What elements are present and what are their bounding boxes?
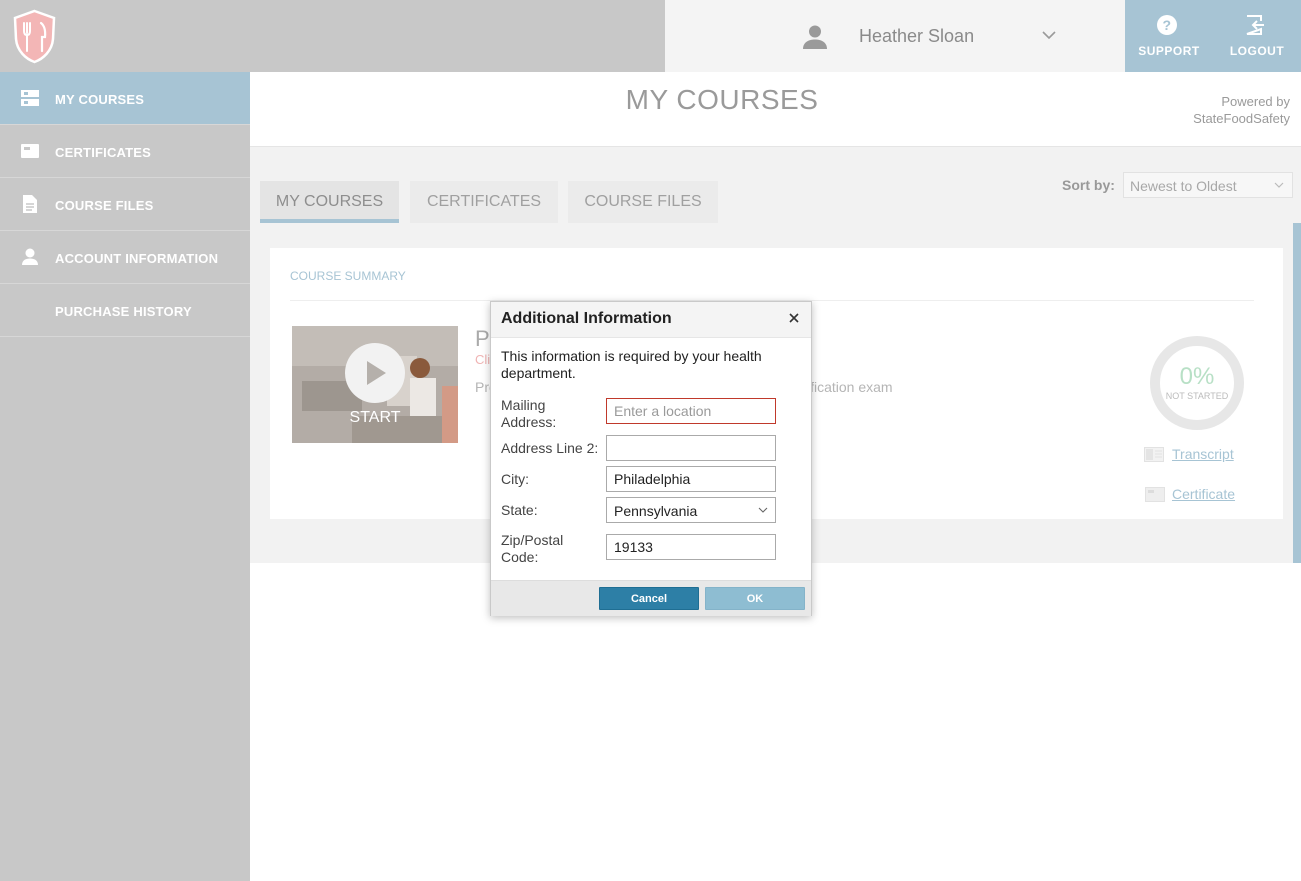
header-brand-area bbox=[0, 0, 665, 72]
powered-by: Powered by StateFoodSafety bbox=[1193, 93, 1290, 127]
tab-active-indicator bbox=[260, 219, 399, 223]
sidebar-item-account-information[interactable]: ACCOUNT INFORMATION bbox=[0, 231, 250, 284]
sidebar-item-course-files[interactable]: COURSE FILES bbox=[0, 178, 250, 231]
user-avatar-icon bbox=[803, 25, 827, 49]
sidebar-item-label: CERTIFICATES bbox=[55, 145, 152, 160]
page-title: MY COURSES bbox=[625, 84, 819, 115]
chevron-down-icon bbox=[758, 507, 768, 513]
course-subtitle: Cli bbox=[475, 352, 491, 367]
certificate-link[interactable]: Certificate bbox=[1172, 486, 1235, 502]
chevron-down-icon bbox=[1274, 182, 1284, 188]
courses-icon bbox=[21, 90, 39, 106]
support-label: SUPPORT bbox=[1138, 44, 1200, 58]
additional-information-dialog: Additional Information This information … bbox=[490, 301, 812, 616]
scrollbar[interactable] bbox=[1293, 223, 1301, 563]
course-title[interactable]: P bbox=[475, 326, 490, 352]
progress-ring: 0% NOT STARTED bbox=[1150, 336, 1244, 430]
logout-label: LOGOUT bbox=[1229, 44, 1285, 58]
dialog-footer: Cancel OK bbox=[491, 580, 811, 616]
zip-code-label: Zip/Postal Code: bbox=[501, 532, 564, 565]
tab-my-courses[interactable]: MY COURSES bbox=[260, 181, 399, 223]
zip-code-input[interactable] bbox=[606, 534, 776, 560]
mailing-address-input[interactable] bbox=[606, 398, 776, 424]
powered-by-line2: StateFoodSafety bbox=[1193, 111, 1290, 126]
sidebar-item-label: COURSE FILES bbox=[55, 198, 154, 213]
svg-text:?: ? bbox=[1162, 17, 1171, 33]
certificate-icon bbox=[1145, 487, 1165, 502]
help-icon: ? bbox=[1157, 15, 1177, 35]
transcript-icon bbox=[1144, 447, 1164, 462]
start-label: START bbox=[349, 409, 401, 426]
dialog-title: Additional Information bbox=[501, 310, 672, 327]
address-line-2-label: Address Line 2: bbox=[501, 440, 599, 456]
sidebar: MY COURSES CERTIFICATES COURSE FILES ACC… bbox=[0, 72, 250, 881]
sort-label: Sort by: bbox=[1062, 177, 1115, 193]
mailing-address-label: Mailing Address: bbox=[501, 397, 557, 430]
sidebar-item-purchase-history[interactable]: PURCHASE HISTORY bbox=[0, 284, 250, 337]
sidebar-item-label: MY COURSES bbox=[55, 92, 145, 107]
tab-label: CERTIFICATES bbox=[426, 193, 542, 210]
chevron-down-icon[interactable] bbox=[1041, 28, 1057, 42]
tab-label: MY COURSES bbox=[275, 193, 384, 210]
transcript-link[interactable]: Transcript bbox=[1172, 446, 1234, 462]
shield-logo-icon[interactable] bbox=[12, 9, 57, 64]
person-icon bbox=[22, 248, 38, 265]
header-actions: ? SUPPORT LOGOUT bbox=[1125, 0, 1301, 72]
state-label: State: bbox=[501, 502, 538, 518]
dialog-intro: This information is required by your hea… bbox=[501, 348, 762, 381]
course-description-tail: ification exam bbox=[807, 379, 893, 395]
play-button[interactable] bbox=[345, 343, 405, 403]
sidebar-item-certificates[interactable]: CERTIFICATES bbox=[0, 125, 250, 178]
city-label: City: bbox=[501, 471, 529, 487]
state-value: Pennsylvania bbox=[614, 503, 698, 519]
tab-certificates[interactable]: CERTIFICATES bbox=[410, 181, 558, 223]
sidebar-item-label: ACCOUNT INFORMATION bbox=[55, 251, 219, 266]
city-input[interactable] bbox=[606, 466, 776, 492]
progress-percent: 0% bbox=[1179, 363, 1215, 390]
play-icon bbox=[367, 361, 386, 385]
user-name[interactable]: Heather Sloan bbox=[859, 26, 974, 47]
user-menu[interactable]: Heather Sloan bbox=[665, 0, 1125, 72]
logout-icon bbox=[1246, 15, 1264, 35]
sort-value: Newest to Oldest bbox=[1130, 178, 1237, 194]
state-select[interactable]: Pennsylvania bbox=[606, 497, 776, 523]
tab-label: COURSE FILES bbox=[584, 193, 702, 210]
sidebar-item-my-courses[interactable]: MY COURSES bbox=[0, 72, 250, 125]
powered-by-line1: Powered by bbox=[1221, 94, 1290, 109]
sidebar-item-label: PURCHASE HISTORY bbox=[55, 304, 192, 319]
logout-button[interactable]: LOGOUT bbox=[1213, 0, 1301, 72]
sort-select[interactable]: Newest to Oldest bbox=[1123, 172, 1293, 198]
address-line-2-input[interactable] bbox=[606, 435, 776, 461]
support-button[interactable]: ? SUPPORT bbox=[1125, 0, 1213, 72]
course-thumbnail[interactable]: START bbox=[292, 326, 458, 443]
dialog-header: Additional Information bbox=[491, 302, 811, 338]
certificate-icon bbox=[21, 144, 39, 158]
progress-status: NOT STARTED bbox=[1165, 391, 1229, 401]
file-icon bbox=[23, 195, 37, 213]
tab-course-files[interactable]: COURSE FILES bbox=[568, 181, 718, 223]
close-icon[interactable] bbox=[787, 311, 801, 325]
cancel-button[interactable]: Cancel bbox=[599, 587, 699, 610]
ok-button[interactable]: OK bbox=[705, 587, 805, 610]
course-summary-label: COURSE SUMMARY bbox=[290, 269, 406, 283]
